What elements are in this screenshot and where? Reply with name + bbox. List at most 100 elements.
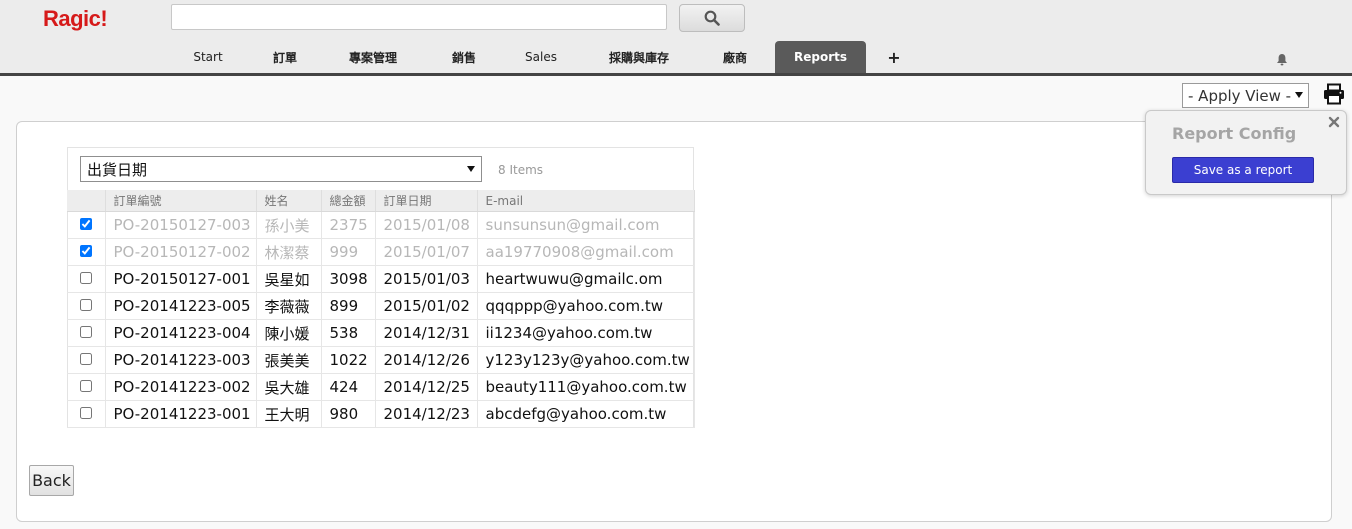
column-header-order-no[interactable]: 訂單編號 bbox=[105, 190, 257, 212]
row-select-cell bbox=[67, 238, 106, 266]
row-select-checkbox[interactable] bbox=[79, 272, 92, 284]
row-select-cell bbox=[67, 265, 106, 293]
save-as-report-button[interactable]: Save as a report bbox=[1172, 157, 1314, 183]
app-logo[interactable]: Ragic! bbox=[43, 6, 108, 32]
table-row[interactable]: PO-20150127-003 孫小美 2375 2015/01/08 sunsunsu… bbox=[67, 211, 695, 239]
cell-name: 張美美 bbox=[256, 346, 322, 374]
table-row[interactable]: PO-20150127-001 吳星如 3098 2015/01/03 heartwuw… bbox=[67, 265, 695, 293]
apply-view-select[interactable]: - Apply View - bbox=[1182, 83, 1309, 108]
cell-order-date: 2015/01/08 bbox=[375, 211, 478, 239]
cell-email: y123y123y@yahoo.com.tw bbox=[477, 346, 695, 374]
tab-orders[interactable]: 訂單 bbox=[253, 41, 317, 73]
row-select-checkbox[interactable] bbox=[79, 353, 92, 365]
cell-order-no: PO-20141223-001 bbox=[105, 400, 257, 428]
cell-order-no: PO-20141223-002 bbox=[105, 373, 257, 401]
table-header-row: 訂單編號 姓名 總金額 訂單日期 E-mail bbox=[67, 190, 695, 212]
tab-purchasing-inventory[interactable]: 採購與庫存 bbox=[590, 41, 688, 73]
group-by-selected: 出貨日期 bbox=[87, 160, 148, 179]
add-tab-button[interactable]: + bbox=[880, 41, 908, 73]
cell-order-no: PO-20141223-003 bbox=[105, 346, 257, 374]
back-button[interactable]: Back bbox=[29, 465, 74, 496]
search-button[interactable] bbox=[679, 4, 745, 32]
cell-order-no: PO-20141223-005 bbox=[105, 292, 257, 320]
tab-reports[interactable]: Reports bbox=[775, 41, 866, 73]
cell-order-date: 2014/12/23 bbox=[375, 400, 478, 428]
apply-view-label: - Apply View - bbox=[1188, 86, 1292, 105]
cell-email: ii1234@yahoo.com.tw bbox=[477, 319, 695, 347]
cell-order-date: 2014/12/26 bbox=[375, 346, 478, 374]
cell-name: 王大明 bbox=[256, 400, 322, 428]
cell-email: qqqppp@yahoo.com.tw bbox=[477, 292, 695, 320]
cell-amount: 980 bbox=[321, 400, 376, 428]
table-row[interactable]: PO-20141223-001 王大明 980 2014/12/23 abcdefg@y… bbox=[67, 400, 695, 428]
cell-amount: 1022 bbox=[321, 346, 376, 374]
table-row[interactable]: PO-20141223-005 李薇薇 899 2015/01/02 qqqppp@ya… bbox=[67, 292, 695, 320]
cell-amount: 899 bbox=[321, 292, 376, 320]
cell-order-date: 2015/01/03 bbox=[375, 265, 478, 293]
table-row[interactable]: PO-20141223-003 張美美 1022 2014/12/26 y123y123… bbox=[67, 346, 695, 374]
close-icon[interactable] bbox=[1328, 116, 1340, 128]
column-header-select bbox=[67, 190, 106, 212]
row-select-checkbox[interactable] bbox=[79, 407, 92, 419]
cell-order-no: PO-20150127-001 bbox=[105, 265, 257, 293]
column-header-email[interactable]: E-mail bbox=[477, 190, 695, 212]
row-select-checkbox[interactable] bbox=[79, 326, 92, 338]
tab-sales-zh[interactable]: 銷售 bbox=[432, 41, 496, 73]
table-row[interactable]: PO-20141223-002 吳大雄 424 2014/12/25 beauty111… bbox=[67, 373, 695, 401]
cell-name: 林潔蔡 bbox=[256, 238, 322, 266]
cell-order-date: 2015/01/07 bbox=[375, 238, 478, 266]
cell-order-date: 2015/01/02 bbox=[375, 292, 478, 320]
row-select-checkbox[interactable] bbox=[79, 380, 92, 392]
column-header-name[interactable]: 姓名 bbox=[256, 190, 322, 212]
cell-order-no: PO-20141223-004 bbox=[105, 319, 257, 347]
cell-amount: 2375 bbox=[321, 211, 376, 239]
cell-name: 吳大雄 bbox=[256, 373, 322, 401]
tab-start[interactable]: Start bbox=[176, 41, 240, 73]
row-select-cell bbox=[67, 319, 106, 347]
report-config-title: Report Config bbox=[1172, 124, 1297, 143]
cell-amount: 3098 bbox=[321, 265, 376, 293]
group-by-select[interactable]: 出貨日期 bbox=[80, 156, 482, 182]
row-select-checkbox[interactable] bbox=[79, 218, 92, 230]
cell-name: 孫小美 bbox=[256, 211, 322, 239]
tab-project-management[interactable]: 專案管理 bbox=[330, 41, 416, 73]
row-select-cell bbox=[67, 373, 106, 401]
row-select-checkbox[interactable] bbox=[79, 245, 92, 257]
report-table: 訂單編號 姓名 總金額 訂單日期 E-mail PO-20150127-003 孫… bbox=[67, 190, 695, 428]
cell-email: heartwuwu@gmailc.om bbox=[477, 265, 695, 293]
cell-order-no: PO-20150127-003 bbox=[105, 211, 257, 239]
main-nav: Start 訂單 專案管理 銷售 Sales 採購與庫存 廠商 Reports … bbox=[0, 41, 1352, 73]
cell-order-no: PO-20150127-002 bbox=[105, 238, 257, 266]
chevron-down-icon bbox=[467, 166, 475, 172]
cell-email: abcdefg@yahoo.com.tw bbox=[477, 400, 695, 428]
report-config-panel: Report Config Save as a report bbox=[1145, 110, 1347, 195]
cell-amount: 538 bbox=[321, 319, 376, 347]
search-input[interactable] bbox=[171, 4, 667, 30]
item-count: 8 Items bbox=[498, 163, 544, 177]
cell-order-date: 2014/12/25 bbox=[375, 373, 478, 401]
cell-email: beauty111@yahoo.com.tw bbox=[477, 373, 695, 401]
cell-name: 李薇薇 bbox=[256, 292, 322, 320]
cell-order-date: 2014/12/31 bbox=[375, 319, 478, 347]
cell-name: 吳星如 bbox=[256, 265, 322, 293]
top-header: Ragic! Start 訂單 專案管理 銷售 Sales 採購與庫存 廠商 R… bbox=[0, 0, 1352, 76]
search-icon bbox=[704, 10, 720, 26]
row-select-cell bbox=[67, 400, 106, 428]
cell-email: sunsunsun@gmail.com bbox=[477, 211, 695, 239]
tab-vendors[interactable]: 廠商 bbox=[703, 41, 767, 73]
column-header-order-date[interactable]: 訂單日期 bbox=[375, 190, 478, 212]
row-select-cell bbox=[67, 211, 106, 239]
row-select-checkbox[interactable] bbox=[79, 299, 92, 311]
table-row[interactable]: PO-20150127-002 林潔蔡 999 2015/01/07 aa1977090… bbox=[67, 238, 695, 266]
column-header-amount[interactable]: 總金額 bbox=[321, 190, 376, 212]
cell-amount: 999 bbox=[321, 238, 376, 266]
bell-icon[interactable] bbox=[1276, 53, 1288, 66]
table-row[interactable]: PO-20141223-004 陳小媛 538 2014/12/31 ii1234@ya… bbox=[67, 319, 695, 347]
row-select-cell bbox=[67, 292, 106, 320]
cell-email: aa19770908@gmail.com bbox=[477, 238, 695, 266]
cell-name: 陳小媛 bbox=[256, 319, 322, 347]
tab-sales[interactable]: Sales bbox=[509, 41, 573, 73]
printer-icon[interactable] bbox=[1323, 83, 1345, 105]
row-select-cell bbox=[67, 346, 106, 374]
cell-amount: 424 bbox=[321, 373, 376, 401]
